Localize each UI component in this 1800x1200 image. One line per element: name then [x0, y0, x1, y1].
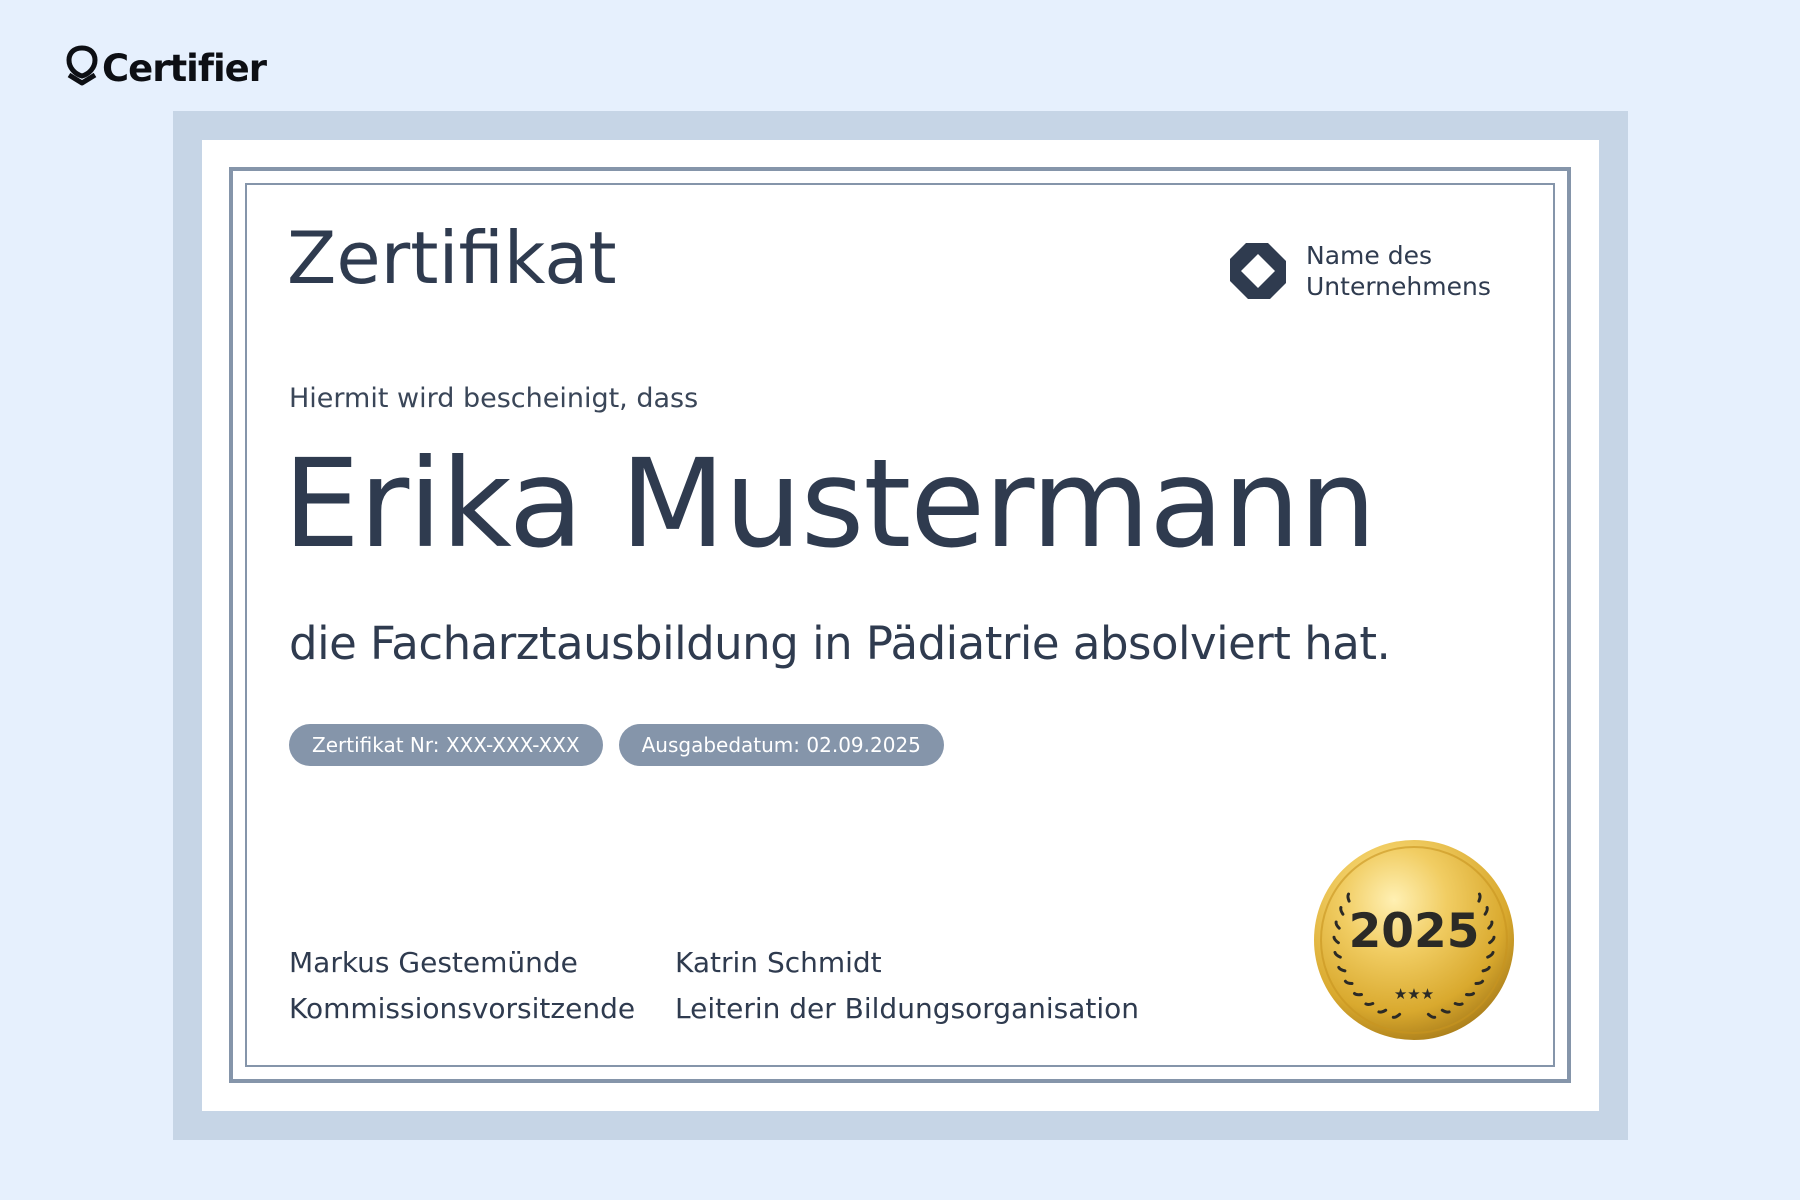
gold-seal: ★★★ 2025 [1312, 838, 1516, 1042]
signatory-role: Kommissionsvorsitzende [289, 992, 636, 1025]
signatory-1: Markus Gestemünde Kommissionsvorsitzende [289, 940, 635, 1032]
signatory-2: Katrin Schmidt Leiterin der Bildungsorga… [675, 940, 1139, 1032]
laurel-leaf [1477, 892, 1482, 903]
recipient-name: Erika Mustermann [283, 433, 1376, 575]
brand-name: Certifier [102, 46, 267, 90]
certifier-logo-icon [66, 45, 98, 86]
company-name-line2: Unternehmens [1306, 272, 1491, 301]
certificate-number-badge: Zertifikat Nr: XXX-XXX-XXX [289, 724, 603, 766]
signatory-name: Markus Gestemünde [289, 946, 578, 979]
seal-year: 2025 [1348, 904, 1480, 959]
company-block: Name des Unternehmens [1228, 240, 1491, 302]
issue-date-badge: Ausgabedatum: 02.09.2025 [618, 724, 944, 766]
seal-stars: ★★★ [1394, 985, 1434, 1003]
laurel-leaf [1353, 992, 1363, 997]
intro-text: Hiermit wird bescheinigt, dass [289, 383, 699, 414]
signatory-name: Katrin Schmidt [675, 946, 882, 979]
badge-row: Zertifikat Nr: XXX-XXX-XXX Ausgabedatum:… [289, 724, 960, 766]
achievement-text: die Facharztausbildung in Pädiatrie abso… [289, 617, 1391, 670]
laurel-leaf [1465, 992, 1475, 997]
certifier-brand: Certifier [66, 44, 267, 92]
signatory-role: Leiterin der Bildungsorganisation [675, 992, 1140, 1025]
company-name-line1: Name des [1306, 241, 1432, 270]
company-logo-icon [1230, 243, 1286, 299]
laurel-leaf [1364, 1002, 1375, 1006]
company-name: Name des Unternehmens [1306, 240, 1491, 302]
laurel-leaf [1453, 1002, 1464, 1006]
laurel-leaf [1346, 892, 1351, 903]
certificate-title: Zertifikat [287, 216, 617, 300]
